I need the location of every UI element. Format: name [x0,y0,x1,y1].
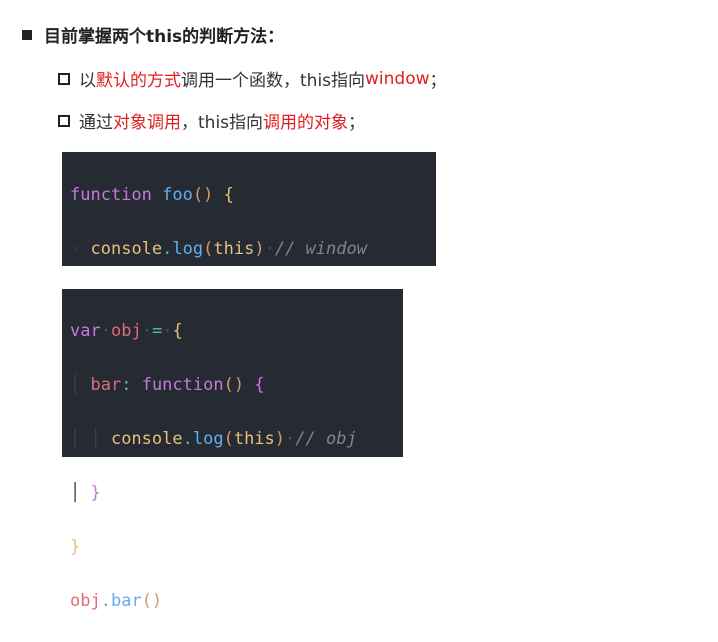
bullet2-highlight-object-call: 对象调用 [113,113,181,133]
code-line: · console.log(this)·// window [70,239,367,259]
bullet-object-call: 通过 对象调用 ，this指向 调用的对象； [58,108,365,133]
bullet2-highlight-calling-object: 调用的对象 [263,113,349,133]
code-line: │ } [70,483,101,503]
bullet-default-call: 以默认的方式 调用一个函数，this指向 window； [58,66,447,91]
code-line: function foo() { [70,185,234,205]
code-block-function-call: function foo() { · console.log(this)·// … [62,152,436,367]
code-line: │ │ console.log(this)·// obj [70,429,357,449]
heading-text: 目前掌握两个this的判断方法： [44,27,285,47]
bullet2-mid: ，this指向 [181,113,264,133]
bullet1-highlight-default-way: 默认的方式 [96,71,181,91]
bullet1-mid: 调用一个函数，this指向 [181,71,366,91]
section-heading: 目前掌握两个this的判断方法： [22,22,284,47]
bullet1-highlight-window: window [365,68,430,89]
code-line: } [70,537,81,557]
code-line: │ bar: function() { [70,375,265,395]
bullet1-post: ； [429,71,447,91]
hollow-square-bullet-icon [58,72,70,85]
square-bullet-icon [22,29,32,40]
bullet2-post: ； [348,113,366,133]
code-line: var·obj·=·{ [70,321,183,341]
code-line: obj.bar() [70,591,163,611]
bullet1-pre: 以 [79,71,96,91]
bullet2-pre: 通过 [79,113,113,133]
hollow-square-bullet-icon [58,114,70,127]
code-block-object-call: var·obj·=·{ │ bar: function() { │ │ cons… [62,289,403,611]
